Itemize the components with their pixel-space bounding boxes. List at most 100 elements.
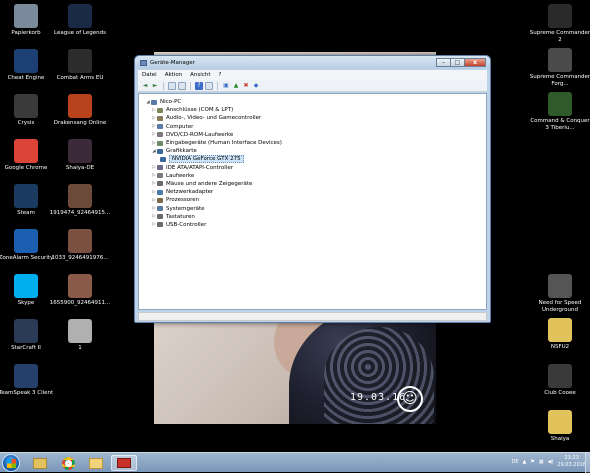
taskbar-folder[interactable]: [83, 455, 109, 471]
tree-node[interactable]: ▷ Laufwerke: [145, 172, 282, 180]
desktop-icon[interactable]: Shaiya-DE: [48, 139, 112, 172]
menu-bar: Datei Aktion Ansicht ?: [138, 70, 487, 80]
desktop-icon[interactable]: League of Legends: [48, 4, 112, 37]
device-tree-pane[interactable]: ◢ Nico-PC ▷ Anschlüsse (COM & LPT) ▷ Audio-…: [138, 93, 487, 310]
recycle-bin-icon: [14, 4, 38, 28]
tree-node[interactable]: ▷ IDE ATA/ATAPI-Controller: [145, 164, 282, 172]
taskbar-device-manager[interactable]: [111, 455, 137, 471]
desktop-icon[interactable]: Shaiya: [528, 410, 590, 443]
tree-node-label: Prozessoren: [166, 197, 200, 204]
help-icon[interactable]: ?: [195, 81, 203, 90]
uninstall-icon[interactable]: ✖: [242, 82, 250, 90]
start-button[interactable]: [2, 454, 20, 472]
scan-hardware-icon[interactable]: ▣: [222, 82, 230, 90]
minimize-button[interactable]: –: [436, 58, 450, 67]
steam-icon: [14, 184, 38, 208]
tree-node[interactable]: ◢ Grafikkarte: [145, 147, 282, 155]
desktop-icon[interactable]: Need for Speed Underground: [528, 274, 590, 314]
list-icon[interactable]: [178, 81, 186, 90]
desktop-icon[interactable]: NSFU2: [528, 318, 590, 351]
update-driver-icon[interactable]: ▲: [232, 82, 240, 90]
menu-datei[interactable]: Datei: [138, 72, 161, 78]
desktop-icon-label: Club Cooee: [544, 390, 576, 396]
tree-node[interactable]: ▷ Netzwerkadapter: [145, 188, 282, 196]
shaiya-icon: [68, 139, 92, 163]
taskbar-chrome[interactable]: [55, 455, 81, 471]
device-category-icon: [157, 206, 163, 212]
close-button[interactable]: x: [464, 58, 486, 67]
view-icon[interactable]: [168, 81, 176, 90]
tree-node[interactable]: ▷ Systemgeräte: [145, 204, 282, 212]
toolbar: ◄ ► ? ▣ ▲ ✖ ◆: [138, 80, 487, 92]
tree-node[interactable]: ▷ USB-Controller: [145, 221, 282, 229]
device-category-icon: [157, 140, 163, 146]
teamspeak-icon: [14, 364, 38, 388]
tree-node-label: Eingabegeräte (Human Interface Devices): [166, 140, 282, 147]
back-icon[interactable]: ◄: [141, 82, 149, 90]
desktop-icon[interactable]: Supreme Commander Forg...: [528, 48, 590, 88]
desktop-icon[interactable]: 1655900_92464911...: [48, 274, 112, 307]
system-tray: DE ▲ ⚑ ▦ ◀) 23:23 29.03.2016: [511, 455, 586, 468]
network-icon[interactable]: ▦: [539, 459, 544, 465]
menu-aktion[interactable]: Aktion: [161, 72, 186, 78]
nfs-icon: [548, 274, 572, 298]
folder-icon: [89, 457, 103, 469]
desktop-icon-label: NSFU2: [550, 344, 570, 350]
tree-node-selected[interactable]: NVIDIA GeForce GTX 275: [145, 155, 282, 164]
tree-node-label: Mäuse und andere Zeigegeräte: [166, 180, 253, 187]
desktop-icon-label: 1919474_92464915...: [49, 210, 111, 216]
menu-ansicht[interactable]: Ansicht: [186, 72, 214, 78]
device-manager-icon: [117, 458, 131, 468]
desktop-icon[interactable]: Supreme Commander 2: [528, 4, 590, 44]
image-file-icon: [68, 319, 92, 343]
properties-icon[interactable]: [205, 81, 213, 90]
tree-node[interactable]: ▷ Tastaturen: [145, 213, 282, 221]
tree-node[interactable]: ▷ Eingabegeräte (Human Interface Devices): [145, 139, 282, 147]
desktop-icon-label: Drakensang Online: [53, 120, 107, 126]
device-category-icon: [157, 173, 163, 179]
desktop-icon[interactable]: Combat Arms EU: [48, 49, 112, 82]
window-controls: – □ x: [436, 58, 486, 67]
desktop-icon[interactable]: 1033_9246491976...: [48, 229, 112, 262]
tree-node[interactable]: ▷ DVD/CD-ROM-Laufwerke: [145, 131, 282, 139]
volume-icon[interactable]: ◀): [548, 459, 554, 465]
image-file-icon: [68, 184, 92, 208]
maximize-button[interactable]: □: [450, 58, 464, 67]
desktop-icon-label: League of Legends: [54, 30, 106, 36]
desktop-icon-label: Supreme Commander 2: [529, 30, 590, 43]
desktop-icon[interactable]: 1919474_92464915...: [48, 184, 112, 217]
tree-node[interactable]: ▷ Anschlüsse (COM & LPT): [145, 106, 282, 114]
device-manager-window[interactable]: Geräte-Manager – □ x Datei Aktion Ansich…: [134, 55, 491, 323]
desktop-icon-label: Command & Conquer 3 Tiberiu...: [530, 118, 590, 131]
disable-icon[interactable]: ◆: [252, 82, 260, 90]
clock[interactable]: 23:23 29.03.2016: [557, 455, 586, 468]
tree-root[interactable]: ◢ Nico-PC: [145, 98, 282, 106]
tree-node-label: Systemgeräte: [166, 205, 205, 212]
device-category-icon: [157, 115, 163, 121]
smiley-icon: ☺: [397, 386, 423, 412]
tray-arrow-icon[interactable]: ▲: [522, 459, 526, 465]
menu-help[interactable]: ?: [214, 72, 225, 78]
display-adapter-icon: [160, 156, 166, 162]
flag-icon[interactable]: ⚑: [530, 459, 534, 465]
tree-node[interactable]: ▷ Audio-, Video- und Gamecontroller: [145, 114, 282, 122]
toolbar-separator: [190, 81, 191, 90]
desktop-icon-label: 1033_9246491976...: [51, 255, 109, 261]
tree-node-label: Audio-, Video- und Gamecontroller: [166, 115, 262, 122]
tree-node-label: DVD/CD-ROM-Laufwerke: [166, 131, 234, 138]
tree-node[interactable]: ▷ Mäuse und andere Zeigegeräte: [145, 180, 282, 188]
tree-node[interactable]: ▷ Prozessoren: [145, 196, 282, 204]
tree-node-label: Tastaturen: [166, 213, 195, 220]
forward-icon[interactable]: ►: [151, 82, 159, 90]
toolbar-separator: [163, 81, 164, 90]
desktop-icon[interactable]: Club Cooee: [528, 364, 590, 397]
taskbar-explorer[interactable]: [27, 455, 53, 471]
language-indicator[interactable]: DE: [511, 459, 518, 465]
desktop-icon[interactable]: Command & Conquer 3 Tiberiu...: [528, 92, 590, 132]
desktop-icon[interactable]: TeamSpeak 3 Client: [0, 364, 58, 397]
tree-node[interactable]: ▷ Computer: [145, 123, 282, 131]
desktop-icon[interactable]: Drakensang Online: [48, 94, 112, 127]
tree-node-label: Grafikkarte: [166, 148, 197, 155]
desktop-icon[interactable]: 1: [48, 319, 112, 352]
show-desktop-button[interactable]: [585, 453, 590, 473]
